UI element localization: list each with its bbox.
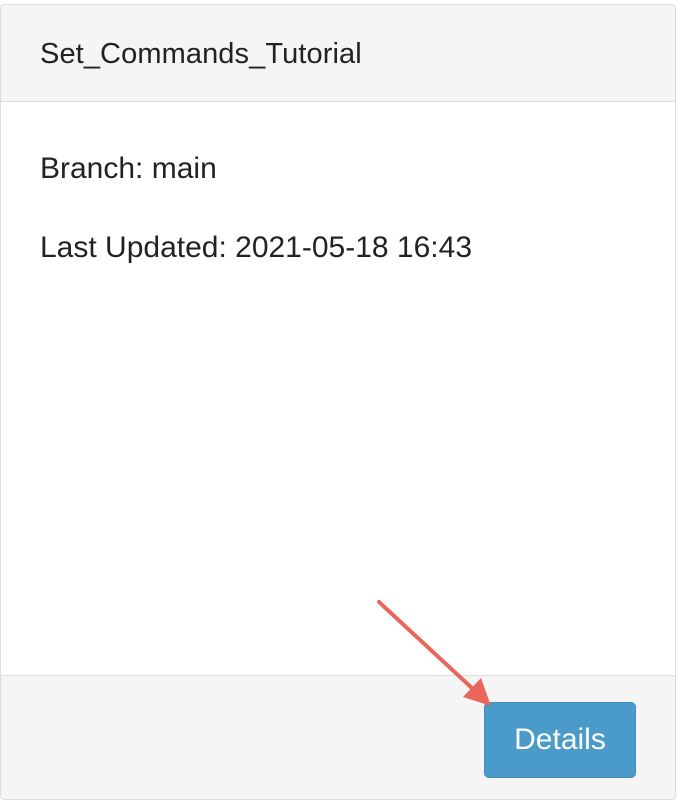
card-footer: Details: [1, 675, 675, 799]
last-updated-text: Last Updated: 2021-05-18 16:43: [40, 231, 472, 264]
card-header: Set_Commands_Tutorial: [1, 5, 675, 102]
card-body: Branch: main Last Updated: 2021-05-18 16…: [1, 102, 675, 675]
repo-card: Set_Commands_Tutorial Branch: main Last …: [0, 4, 676, 800]
branch-text: Branch: main: [40, 152, 217, 185]
details-button[interactable]: Details: [484, 702, 636, 778]
card-title: Set_Commands_Tutorial: [40, 38, 362, 70]
